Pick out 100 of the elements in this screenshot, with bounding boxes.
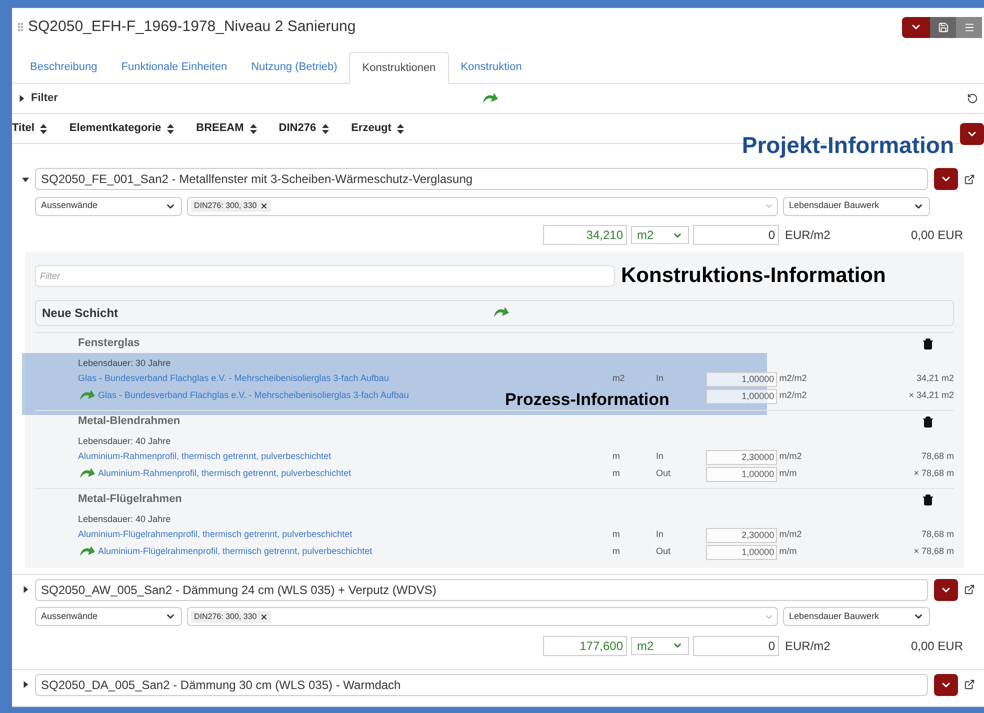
construction-title-field[interactable]: SQ2050_AW_005_San2 - Dämmung 24 cm (WLS 035) + Verputz (WDVS) xyxy=(35,578,928,600)
amount-text: 78,68 m xyxy=(920,450,954,464)
annotation-label: Projekt-Information xyxy=(742,131,954,160)
direction-text: Out xyxy=(656,545,672,558)
flow-link[interactable]: Aluminium-Flügelrahmenprofil, thermisch getrennt, pulverbeschichtet xyxy=(78,528,352,542)
tag-field[interactable]: DIN276: 300, 330 xyxy=(187,196,778,216)
window-title: SQ2050_EFH-F_1969-1978_Niveau 2 Sanierung xyxy=(28,16,357,37)
total-text: 0,00 EUR xyxy=(910,227,963,244)
value-field[interactable]: 2,30000 xyxy=(706,450,778,464)
direction-text: In xyxy=(656,372,665,386)
sort-icon[interactable] xyxy=(250,124,257,134)
unit-text: m xyxy=(612,467,621,480)
curved-arrow-icon xyxy=(481,92,499,106)
value-unit-text: m/m xyxy=(778,545,798,558)
reset-icon[interactable] xyxy=(967,93,978,104)
tag-field[interactable]: DIN276: 300, 330 xyxy=(187,607,778,626)
value-unit-text: m2/m2 xyxy=(778,389,808,402)
direction-text: In xyxy=(656,450,665,464)
new-layer-row[interactable]: Neue Schicht xyxy=(35,300,954,326)
trash-icon[interactable] xyxy=(922,416,934,428)
value-unit-text: m2/m2 xyxy=(778,372,808,386)
layer-title: Metal-Flügelrahmen xyxy=(78,492,183,508)
amount-text: 78,68 m xyxy=(920,528,954,542)
remove-icon[interactable] xyxy=(260,202,268,210)
sort-header[interactable]: Titel xyxy=(12,120,34,137)
value-field[interactable]: 2,30000 xyxy=(706,528,778,542)
dropdown-button[interactable] xyxy=(934,578,958,600)
tag-chip[interactable]: DIN276: 300, 330 xyxy=(191,200,271,212)
tab[interactable]: Beschreibung xyxy=(18,51,110,83)
total-text: 0,00 EUR xyxy=(910,638,963,654)
caret-icon[interactable] xyxy=(18,95,25,102)
external-link-icon[interactable] xyxy=(964,584,975,595)
value-field[interactable]: 1,00000 xyxy=(706,388,778,404)
layer-title: Fensterglas xyxy=(78,336,141,352)
amount-text: 34,21 m2 xyxy=(915,372,954,386)
curved-arrow-icon xyxy=(492,306,510,320)
lifetime-select[interactable]: Lebensdauer Bauwerk xyxy=(783,607,930,626)
direction-text: Out xyxy=(656,467,672,480)
dropdown-button[interactable] xyxy=(960,123,984,145)
sort-header[interactable]: BREEAM xyxy=(196,120,244,137)
trash-icon[interactable] xyxy=(922,338,934,350)
price-unit-text: EUR/m2 xyxy=(784,638,832,654)
direction-text: In xyxy=(656,528,665,542)
construction-title-field[interactable]: SQ2050_FE_001_San2 - Metallfenster mit 3-Scheiben-Wärmeschutz-Verglasung xyxy=(35,168,928,190)
menu-button[interactable] xyxy=(956,16,982,38)
lifetime-select[interactable]: Lebensdauer Bauwerk xyxy=(783,196,930,216)
save-button[interactable] xyxy=(930,16,956,38)
price-field[interactable]: 0 xyxy=(693,636,779,656)
construction-title-field[interactable]: SQ2050_DA_005_San2 - Dämmung 30 cm (WLS 035) - Warmdach xyxy=(35,674,928,696)
quantity-field[interactable]: 34,210 xyxy=(543,225,627,245)
sort-header[interactable]: Elementkategorie xyxy=(69,120,162,137)
value-field[interactable]: 1,00000 xyxy=(706,544,778,560)
dropdown-button[interactable] xyxy=(934,168,958,190)
unit-select[interactable]: m2 xyxy=(631,636,689,654)
sort-icon[interactable] xyxy=(40,124,48,134)
lifetime-text: Lebensdauer: 40 Jahre xyxy=(78,512,172,526)
value-unit-text: m/m xyxy=(778,467,798,480)
price-field[interactable]: 0 xyxy=(693,225,779,245)
external-link-icon[interactable] xyxy=(964,679,975,690)
sort-header[interactable]: Erzeugt xyxy=(351,120,392,137)
tab[interactable]: Konstruktionen xyxy=(349,52,449,84)
price-unit-text: EUR/m2 xyxy=(784,227,832,244)
save-icon xyxy=(938,22,948,32)
unit-text: m xyxy=(612,545,621,558)
external-link-icon[interactable] xyxy=(964,174,975,184)
remove-icon[interactable] xyxy=(260,612,268,620)
sort-icon[interactable] xyxy=(167,124,174,134)
value-field[interactable]: 1,00000 xyxy=(706,466,778,482)
drag-handle-icon[interactable] xyxy=(18,23,23,31)
value-field[interactable]: 1,00000 xyxy=(706,372,778,386)
sort-icon[interactable] xyxy=(397,124,404,134)
category-select[interactable]: Aussenwände xyxy=(35,196,182,216)
unit-text: m2 xyxy=(612,372,626,386)
caret-icon[interactable] xyxy=(22,176,29,182)
caret-icon[interactable] xyxy=(22,681,29,688)
trash-icon[interactable] xyxy=(922,494,934,506)
quantity-field[interactable]: 177,600 xyxy=(543,636,627,656)
caret-icon[interactable] xyxy=(22,586,29,593)
value-unit-text: m/m2 xyxy=(778,450,803,464)
filter-label[interactable]: Filter xyxy=(31,90,481,107)
category-select[interactable]: Aussenwände xyxy=(35,607,182,626)
tab[interactable]: Funktionale Einheiten xyxy=(109,51,240,83)
unit-select[interactable]: m2 xyxy=(631,226,689,244)
unit-text: m xyxy=(612,528,621,542)
sort-icon[interactable] xyxy=(322,124,330,134)
dropdown-button[interactable] xyxy=(902,16,930,38)
flow-link[interactable]: Aluminium-Rahmenprofil, thermisch getrennt, pulverbeschichtet xyxy=(98,467,352,481)
menu-icon xyxy=(964,22,974,32)
flow-link[interactable]: Aluminium-Rahmenprofil, thermisch getrennt, pulverbeschichtet xyxy=(78,450,332,464)
tab[interactable]: Konstruktion xyxy=(448,51,534,83)
dropdown-button[interactable] xyxy=(934,674,958,696)
annotation-label: Prozess-Information xyxy=(505,388,670,410)
tab[interactable]: Nutzung (Betrieb) xyxy=(239,51,350,83)
sort-header[interactable]: DIN276 xyxy=(278,120,316,137)
value-unit-text: m/m2 xyxy=(778,528,803,542)
annotation-label: Konstruktions-Information xyxy=(621,263,886,289)
tag-chip[interactable]: DIN276: 300, 330 xyxy=(191,610,271,622)
amount-text: × 78,68 m xyxy=(912,545,954,558)
lifetime-text: Lebensdauer: 40 Jahre xyxy=(78,434,172,448)
flow-link[interactable]: Aluminium-Flügelrahmenprofil, thermisch getrennt, pulverbeschichtet xyxy=(98,545,372,559)
